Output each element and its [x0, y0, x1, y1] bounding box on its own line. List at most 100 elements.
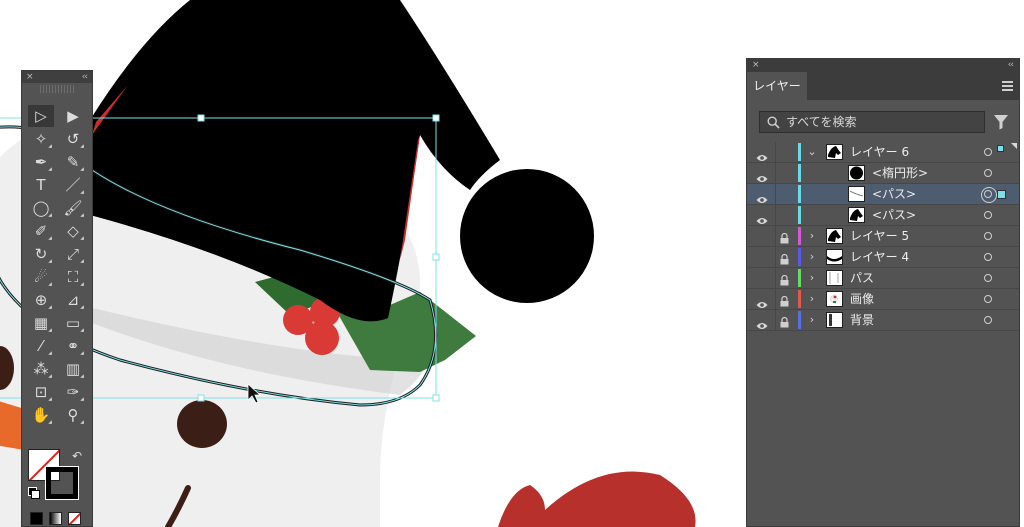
target-circle-icon[interactable] [981, 187, 997, 203]
blend-tool-icon[interactable]: ⚭ [60, 335, 86, 357]
chevron-right-icon[interactable]: › [807, 226, 817, 246]
magic-wand-tool-icon[interactable]: ✧ [28, 128, 54, 150]
layer-name[interactable]: 背景 [850, 310, 874, 330]
direct-selection-tool-icon[interactable]: ▶ [60, 105, 86, 127]
tools-panel[interactable]: × ‹‹ ▷ ▶ ✧ ↺ ✒ ✎ T ／ ◯ 🖌 ✐ ◇ ↻ ⤢ ☄ ⛶ ⊕ ⊿ ▦ ▭ ⁄ ⚭ ⁂ ▥ ⊡ ✑ ✋ ⚲ ↶ [21, 70, 93, 527]
eyedropper-tool-icon[interactable]: ⁄ [28, 335, 54, 357]
layer-name[interactable]: レイヤー 5 [850, 226, 909, 246]
free-transform-tool-icon[interactable]: ⛶ [60, 266, 86, 288]
mesh-tool-icon[interactable]: ▦ [28, 312, 54, 334]
default-colors-icon[interactable] [28, 487, 40, 499]
close-icon[interactable]: × [26, 71, 34, 83]
swap-fill-stroke-icon[interactable]: ↶ [72, 449, 82, 463]
target-circle-icon[interactable] [984, 211, 992, 219]
layer-row[interactable]: › 背景 [747, 310, 1019, 331]
layer-color-bar [798, 185, 801, 203]
target-circle-icon[interactable] [984, 169, 992, 177]
layer-row[interactable]: <パス> [747, 184, 1019, 205]
selection-tool-icon[interactable]: ▷ [28, 105, 54, 127]
lock-icon[interactable] [780, 314, 789, 334]
symbol-sprayer-tool-icon[interactable]: ⁂ [28, 358, 54, 380]
paintbrush-tool-icon[interactable]: 🖌 [60, 197, 86, 219]
layers-list: ⌄ レイヤー 6 <楕円形> <パス> <パス> › レイヤー 5 › レイヤー 4 › パス › 画像… [747, 142, 1019, 331]
panel-menu-icon[interactable] [1002, 81, 1013, 91]
target-circle-icon[interactable] [984, 232, 992, 240]
layer-color-bar [798, 143, 801, 161]
column-divider [775, 205, 776, 225]
rotate-tool-icon[interactable]: ↻ [28, 243, 54, 265]
tab-layers[interactable]: レイヤー [747, 72, 807, 100]
column-graph-tool-icon[interactable]: ▥ [60, 358, 86, 380]
stroke-color-swatch[interactable] [45, 466, 79, 500]
layer-name[interactable]: <パス> [872, 205, 916, 225]
shape-builder-tool-icon[interactable]: ⊕ [28, 289, 54, 311]
color-mode-icon[interactable] [30, 512, 43, 525]
artboard-tool-icon[interactable]: ⊡ [28, 381, 54, 403]
layer-name[interactable]: 画像 [850, 289, 874, 309]
selection-indicator[interactable] [997, 190, 1006, 199]
none-mode-icon[interactable] [68, 512, 81, 525]
layer-name[interactable]: パス [850, 268, 874, 288]
layer-name[interactable]: レイヤー 6 [850, 142, 909, 162]
line-segment-tool-icon[interactable]: ／ [60, 174, 86, 196]
scale-tool-icon[interactable]: ⤢ [60, 243, 86, 265]
chevron-right-icon[interactable]: › [807, 268, 817, 288]
layer-color-bar [798, 248, 801, 266]
layer-search-box[interactable] [759, 111, 985, 133]
layers-panel[interactable]: × ‹‹ レイヤー ⌄レイヤー 6<楕円形><パス><パス>›レイヤー 5›レイ… [746, 58, 1020, 527]
shaper-tool-icon[interactable]: ✐ [28, 220, 54, 242]
eye-icon[interactable] [756, 316, 768, 336]
layer-name[interactable]: <楕円形> [872, 163, 928, 183]
layer-row[interactable]: <パス> [747, 205, 1019, 226]
selection-indicator[interactable] [997, 145, 1004, 152]
chevron-right-icon[interactable]: › [807, 247, 817, 267]
eraser-tool-icon[interactable]: ◇ [60, 220, 86, 242]
target-circle-icon[interactable] [984, 295, 992, 303]
layer-row[interactable]: › レイヤー 4 [747, 247, 1019, 268]
warp-tool-icon[interactable]: ☄ [28, 266, 54, 288]
bbox-handle [197, 394, 205, 402]
gradient-tool-icon[interactable]: ▭ [60, 312, 86, 334]
layer-row[interactable]: › レイヤー 5 [747, 226, 1019, 247]
target-circle-icon[interactable] [984, 253, 992, 261]
chevron-down-icon[interactable]: ⌄ [807, 142, 817, 162]
column-divider [775, 142, 776, 162]
column-divider [775, 268, 776, 288]
target-circle-icon[interactable] [984, 274, 992, 282]
hand-tool-icon[interactable]: ✋ [28, 404, 54, 426]
lasso-tool-icon[interactable]: ↺ [60, 128, 86, 150]
bbox-handle [432, 394, 440, 402]
tools-panel-titlebar[interactable]: × ‹‹ [22, 71, 92, 83]
layer-color-bar [798, 227, 801, 245]
snowman-eye-right [177, 400, 227, 448]
layer-row[interactable]: <楕円形> [747, 163, 1019, 184]
chevron-right-icon[interactable]: › [807, 289, 817, 309]
type-tool-icon[interactable]: T [28, 174, 54, 196]
target-circle-icon[interactable] [984, 316, 992, 324]
collapse-icon[interactable]: ‹‹ [1008, 59, 1014, 72]
drag-grip[interactable] [40, 85, 74, 93]
layer-row[interactable]: ⌄ レイヤー 6 [747, 142, 1019, 163]
layers-panel-titlebar[interactable]: × ‹‹ [747, 59, 1019, 72]
ellipse-tool-icon[interactable]: ◯ [28, 197, 54, 219]
filter-icon[interactable] [993, 114, 1009, 134]
target-circle-icon[interactable] [984, 148, 992, 156]
perspective-grid-tool-icon[interactable]: ⊿ [60, 289, 86, 311]
layer-row[interactable]: › パス [747, 268, 1019, 289]
chevron-right-icon[interactable]: › [807, 310, 817, 330]
collapse-icon[interactable]: ‹‹ [82, 71, 88, 83]
curvature-tool-icon[interactable]: ✎ [60, 151, 86, 173]
layer-name[interactable]: <パス> [872, 184, 916, 204]
layer-name[interactable]: レイヤー 4 [850, 247, 909, 267]
close-icon[interactable]: × [752, 59, 760, 72]
column-divider [775, 247, 776, 267]
pen-tool-icon[interactable]: ✒ [28, 151, 54, 173]
layer-thumbnail [826, 144, 843, 160]
zoom-tool-icon[interactable]: ⚲ [60, 404, 86, 426]
layer-color-bar [798, 164, 801, 182]
column-divider [775, 226, 776, 246]
search-input[interactable] [786, 115, 976, 129]
layer-row[interactable]: › 画像 [747, 289, 1019, 310]
slice-tool-icon[interactable]: ✑ [60, 381, 86, 403]
gradient-mode-icon[interactable] [49, 512, 62, 525]
